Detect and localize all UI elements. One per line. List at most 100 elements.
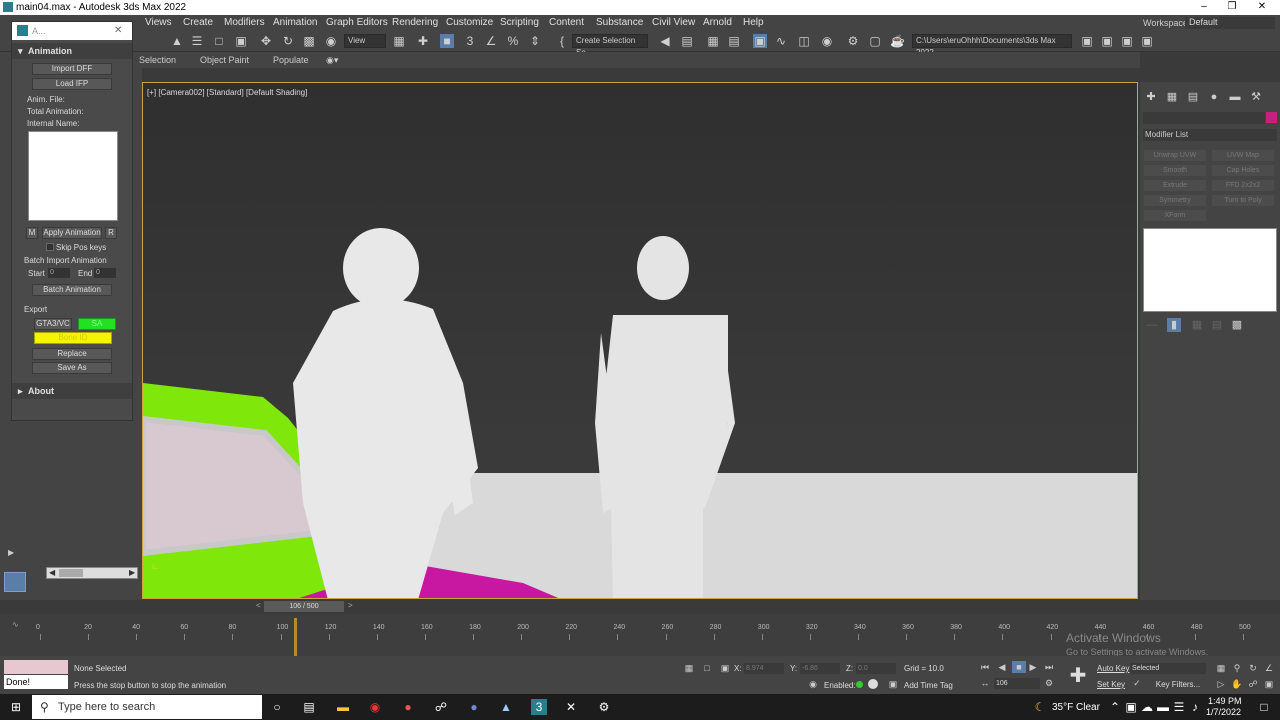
scroll-thumb[interactable] — [59, 569, 83, 577]
rotate-icon[interactable]: ↻ — [281, 34, 295, 48]
time-slider[interactable]: < 106 / 500 > — [142, 600, 1138, 614]
menu-modifiers[interactable]: Modifiers — [224, 17, 265, 28]
reference-coordinate-select[interactable]: View — [344, 34, 386, 48]
track-bar[interactable]: ∿ 0 20 40 60 80 100 120 140 160 180 200 220 240 260 28… — [0, 614, 1280, 657]
m-button[interactable]: M — [26, 227, 38, 239]
scale-icon[interactable]: ▩ — [302, 34, 316, 48]
angle-snap-icon[interactable]: ∠ — [484, 34, 498, 48]
spinner-snap-icon[interactable]: ⇕ — [528, 34, 542, 48]
notification-icon[interactable]: □ — [1256, 699, 1272, 715]
curve-editor-icon[interactable]: ∿ — [774, 34, 788, 48]
import-dff-button[interactable]: Import DFF — [32, 63, 112, 75]
smooth-button[interactable]: Smooth — [1144, 165, 1206, 176]
rollout-about[interactable]: ▸ About — [12, 383, 132, 399]
place-icon[interactable]: ◉ — [324, 34, 338, 48]
object-name-field[interactable] — [1143, 112, 1265, 124]
selection-set-dropdown[interactable]: Create Selection Se — [572, 34, 648, 57]
browser-icon[interactable]: ● — [400, 699, 416, 715]
orbit-icon[interactable]: ↻ — [1246, 662, 1260, 674]
menu-substance[interactable]: Substance — [596, 17, 643, 28]
workspace-select[interactable]: Default — [1185, 17, 1275, 29]
next-frame-icon[interactable]: > — [348, 601, 353, 610]
walk-icon[interactable]: ☍ — [1246, 678, 1260, 690]
play-icon[interactable]: ▷ — [1214, 678, 1228, 690]
utilities-tab-icon[interactable]: ⚒ — [1249, 90, 1263, 104]
close-icon[interactable]: ✕ — [1256, 1, 1268, 13]
maximize-icon[interactable]: ❐ — [1226, 1, 1238, 13]
render-setup-icon[interactable]: ⚙ — [846, 34, 860, 48]
time-slider-thumb[interactable]: 106 / 500 — [264, 601, 344, 612]
render-production-icon[interactable]: ☕ — [890, 34, 905, 48]
3dsmax-taskbar-icon[interactable]: 3 — [531, 699, 547, 715]
maxscript-output[interactable]: Done! — [4, 675, 68, 689]
settings-icon[interactable]: ⚙ — [596, 699, 612, 715]
configure-sets-icon[interactable]: ▩ — [1230, 318, 1244, 332]
discord-icon[interactable]: ● — [466, 699, 482, 715]
scene-explorer-icon[interactable]: ▦ — [706, 34, 720, 48]
horizontal-scrollbar[interactable]: ◀ ▶ — [46, 567, 138, 579]
percent-snap-icon[interactable]: % — [506, 34, 520, 48]
edit-named-selection-icon[interactable]: { — [555, 34, 569, 48]
selection-lock-icon[interactable] — [868, 679, 878, 689]
fov-icon[interactable]: ∠ — [1262, 662, 1276, 674]
time-tag-icon[interactable]: ▣ — [886, 678, 900, 690]
animation-listbox[interactable] — [28, 131, 118, 221]
network-app-icon[interactable]: ☍ — [433, 699, 449, 715]
windows-start-icon[interactable]: ⊞ — [8, 699, 24, 715]
file-explorer-icon[interactable]: ▬ — [335, 699, 351, 715]
menu-content[interactable]: Content — [549, 17, 584, 28]
lock-selection-icon[interactable]: □ — [700, 662, 714, 674]
viewport-layout-icon[interactable] — [4, 572, 26, 592]
remove-modifier-icon[interactable]: ▤ — [1210, 318, 1224, 332]
onedrive-icon[interactable]: ☁ — [1139, 699, 1155, 715]
keyboard-shortcut-override-icon[interactable]: ■ — [440, 34, 454, 48]
move-icon[interactable]: ✥ — [259, 34, 273, 48]
rollout-animation[interactable]: ▾ Animation — [12, 43, 132, 59]
current-frame-field[interactable]: 106 — [994, 678, 1040, 689]
menu-animation[interactable]: Animation — [273, 17, 317, 28]
stop-icon[interactable]: ■ — [1012, 661, 1026, 673]
end-spinner[interactable]: 0 — [94, 268, 116, 278]
rendered-frame-window-icon[interactable]: ▢ — [868, 34, 882, 48]
key-filter-icon[interactable]: ✓ — [1130, 677, 1144, 689]
uvw-map-button[interactable]: UVW Map — [1212, 150, 1274, 161]
ribbon-tab-populate[interactable]: Populate — [273, 55, 309, 65]
modifier-stack[interactable] — [1143, 228, 1277, 312]
weather-text[interactable]: 35°F Clear — [1052, 702, 1100, 713]
key-mode-icon[interactable]: ↔ — [978, 677, 992, 689]
go-to-start-icon[interactable]: ⏮ — [978, 661, 992, 673]
camera-viewport[interactable]: [+] [Camera002] [Standard] [Default Shad… — [142, 82, 1138, 599]
curve-editor-mini-icon[interactable]: ∿ — [12, 620, 19, 629]
project-folder-icon[interactable]: ▣ — [1080, 34, 1094, 48]
pin-stack-icon[interactable]: — — [1145, 318, 1159, 332]
menu-help[interactable]: Help — [743, 17, 764, 28]
layer-explorer-icon[interactable]: ▤ — [727, 34, 741, 48]
enabled-indicator-icon[interactable] — [856, 681, 863, 688]
menu-customize[interactable]: Customize — [446, 17, 493, 28]
align-icon[interactable]: ▤ — [680, 34, 694, 48]
unwrap-uvw-button[interactable]: Unwrap UVW — [1144, 150, 1206, 161]
ribbon-toggle-icon[interactable]: ▣ — [753, 34, 767, 48]
add-time-tag[interactable]: Add Time Tag — [904, 681, 953, 690]
mirror-icon[interactable]: ◀ — [658, 34, 672, 48]
menu-create[interactable]: Create — [183, 17, 213, 28]
extrude-button[interactable]: Extrude — [1144, 180, 1206, 191]
show-end-result-icon[interactable]: ▮ — [1167, 318, 1181, 332]
isolate-icon[interactable]: ▦ — [682, 662, 696, 674]
clock-date[interactable]: 1/7/2022 — [1206, 707, 1241, 717]
create-project-icon[interactable]: ▣ — [1120, 34, 1134, 48]
start-spinner[interactable]: 0 — [48, 268, 70, 278]
select-object-icon[interactable]: ▲ — [170, 34, 184, 48]
key-filters-button[interactable]: Key Filters... — [1150, 680, 1206, 689]
menu-rendering[interactable]: Rendering — [392, 17, 438, 28]
apply-animation-button[interactable]: Apply Animation — [42, 227, 102, 239]
time-configuration-icon[interactable]: ⚙ — [1042, 677, 1056, 689]
rect-region-icon[interactable]: □ — [212, 34, 226, 48]
symmetry-button[interactable]: Symmetry — [1144, 195, 1206, 206]
pivot-center-icon[interactable]: ▦ — [392, 34, 406, 48]
menu-scripting[interactable]: Scripting — [500, 17, 539, 28]
create-tab-icon[interactable]: ✚ — [1144, 90, 1158, 104]
make-unique-icon[interactable]: ▦ — [1190, 318, 1204, 332]
prev-frame-icon[interactable]: < — [256, 601, 261, 610]
ribbon-options-icon[interactable]: ◉▾ — [326, 55, 338, 66]
